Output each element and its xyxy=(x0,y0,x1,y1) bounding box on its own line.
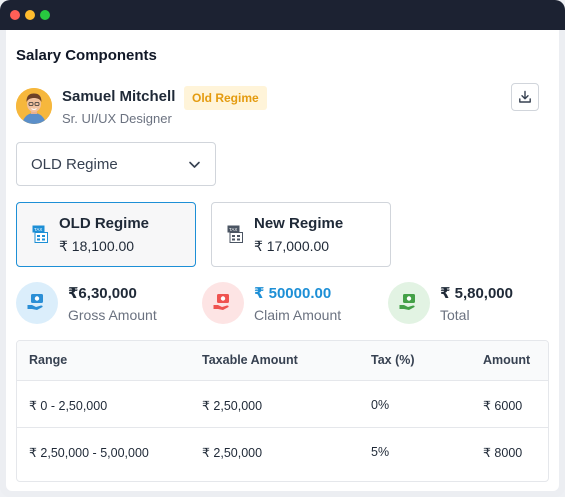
table-row: ₹ 0 - 2,50,000 ₹ 2,50,000 0% ₹ 6000 xyxy=(17,382,548,428)
regime-select[interactable]: OLD Regime xyxy=(16,142,216,186)
total-value: ₹ 5,80,000 xyxy=(440,285,513,302)
user-role: Sr. UI/UX Designer xyxy=(62,111,172,126)
table-header: Range Taxable Amount Tax (%) Amount xyxy=(17,341,548,381)
chevron-down-icon xyxy=(188,158,201,176)
tax-icon: TAX xyxy=(32,225,48,243)
svg-text:TAX: TAX xyxy=(34,227,42,232)
window-titlebar xyxy=(0,0,565,30)
gross-amount-icon-circle xyxy=(16,282,58,324)
avatar xyxy=(16,88,52,124)
regime-badge: Old Regime xyxy=(184,86,267,110)
app-window: Salary Components Samuel Mitchell Old Re… xyxy=(0,0,565,497)
download-button[interactable] xyxy=(511,83,539,111)
old-regime-card[interactable]: TAX OLD Regime ₹ 18,100.00 xyxy=(16,202,196,267)
svg-text:TAX: TAX xyxy=(229,227,237,232)
claim-amount-value: ₹ 50000.00 xyxy=(254,285,332,302)
avatar-person-icon xyxy=(16,88,52,124)
cell-tax-percent: 5% xyxy=(371,445,390,459)
close-window-button[interactable] xyxy=(10,10,20,20)
money-hand-icon xyxy=(213,294,229,310)
money-hand-icon xyxy=(27,294,43,310)
minimize-window-button[interactable] xyxy=(25,10,35,20)
cell-amount: ₹ 6000 xyxy=(483,399,523,413)
user-name: Samuel Mitchell xyxy=(62,88,176,105)
page-title: Salary Components xyxy=(16,47,157,64)
regime-value: ₹ 17,000.00 xyxy=(254,238,330,254)
regime-title: New Regime xyxy=(254,215,344,232)
cell-taxable-amount: ₹ 2,50,000 xyxy=(202,399,263,413)
table-row: ₹ 2,50,000 - 5,00,000 ₹ 2,50,000 5% ₹ 80… xyxy=(17,429,548,475)
column-header-taxable-amount: Taxable Amount xyxy=(202,353,298,367)
regime-value: ₹ 18,100.00 xyxy=(59,238,135,254)
download-icon xyxy=(519,90,531,103)
regime-select-value: OLD Regime xyxy=(31,156,118,173)
gross-amount-label: Gross Amount xyxy=(68,307,157,323)
total-label: Total xyxy=(440,307,470,323)
column-header-tax-percent: Tax (%) xyxy=(371,353,415,367)
regime-title: OLD Regime xyxy=(59,215,150,232)
cell-taxable-amount: ₹ 2,50,000 xyxy=(202,446,263,460)
claim-amount-label: Claim Amount xyxy=(254,307,342,323)
total-icon-circle xyxy=(388,282,430,324)
cell-tax-percent: 0% xyxy=(371,398,390,412)
cell-range: ₹ 0 - 2,50,000 xyxy=(29,399,108,413)
maximize-window-button[interactable] xyxy=(40,10,50,20)
cell-range: ₹ 2,50,000 - 5,00,000 xyxy=(29,446,149,460)
tax-slab-table: Range Taxable Amount Tax (%) Amount ₹ 0 … xyxy=(16,340,549,482)
column-header-range: Range xyxy=(29,353,68,367)
tax-icon: TAX xyxy=(227,225,243,243)
money-hand-icon xyxy=(399,294,415,310)
cell-amount: ₹ 8000 xyxy=(483,446,523,460)
column-header-amount: Amount xyxy=(483,353,531,367)
gross-amount-value: ₹6,30,000 xyxy=(68,285,137,302)
claim-amount-icon-circle xyxy=(202,282,244,324)
new-regime-card[interactable]: TAX New Regime ₹ 17,000.00 xyxy=(211,202,391,267)
salary-components-card: Salary Components Samuel Mitchell Old Re… xyxy=(6,30,559,491)
